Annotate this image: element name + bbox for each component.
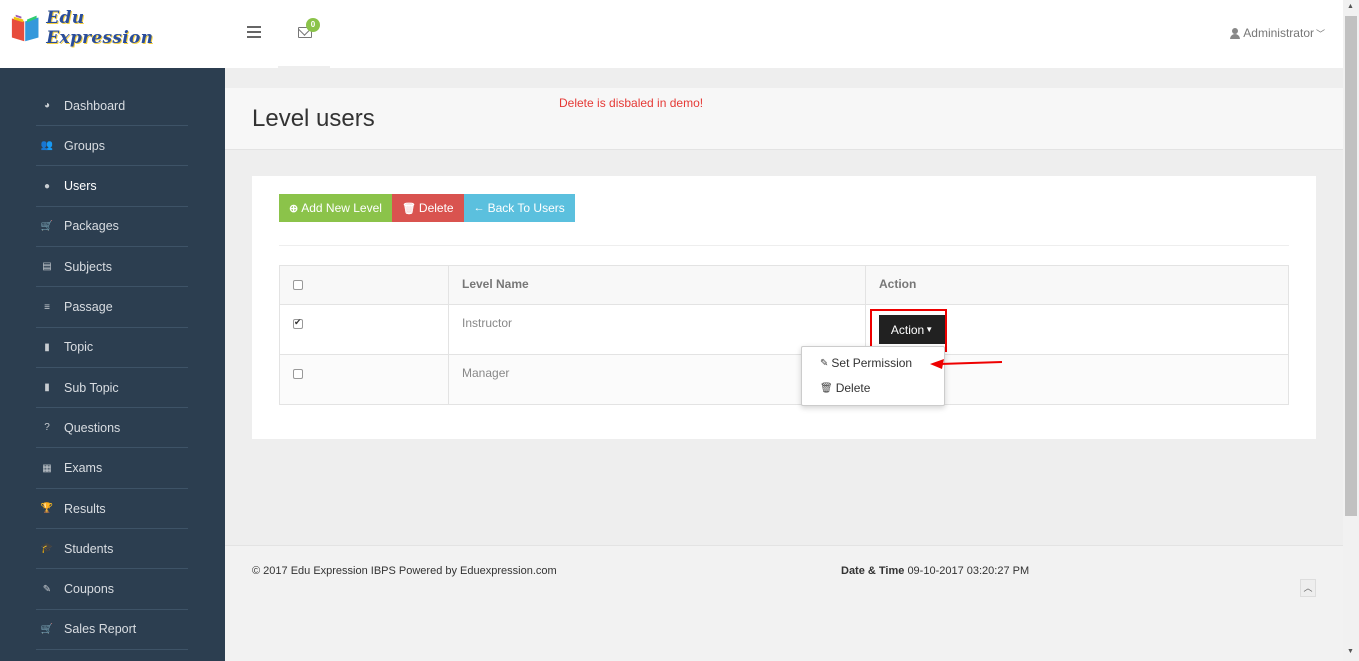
sidebar-item-users[interactable]: ● Users — [36, 167, 188, 207]
sidebar-item-questions[interactable]: ? Questions — [36, 408, 188, 449]
user-icon: ● — [43, 180, 51, 192]
sidebar-item-subjects[interactable]: ▤ Subjects — [36, 247, 188, 288]
toolbar: ⊕ Add New Level 🗑 Delete ← Back To Users — [279, 194, 575, 222]
chevron-up-icon: ︿ — [1303, 583, 1313, 593]
sidebar-item-students[interactable]: 🎓 Students — [36, 529, 188, 570]
menu-toggle-icon[interactable] — [247, 26, 261, 38]
sidebar-item-label: Passage — [64, 300, 113, 314]
sidebar-item-dashboard[interactable]: ◕ Dashboard — [36, 86, 188, 126]
divider — [279, 245, 1289, 246]
page-scrollbar[interactable]: ▲ ▼ — [1343, 0, 1359, 661]
graduation-cap-icon: 🎓 — [40, 543, 54, 555]
sidebar-item-label: Users — [64, 179, 97, 194]
select-all-header — [279, 265, 449, 305]
plus-circle-icon: ⊕ — [289, 202, 299, 215]
levels-table: Level Name Action Instructor Manager — [279, 265, 1289, 405]
dashboard-icon: ◕ — [43, 100, 51, 111]
sidebar-item-label: Exams — [64, 461, 103, 476]
sidebar-item-label: Groups — [64, 138, 105, 153]
user-label: Administrator — [1243, 26, 1314, 40]
table-row: Instructor — [279, 304, 1289, 355]
sidebar-item-label: Topic — [64, 340, 94, 355]
datetime-display: Date & Time 09-10-2017 03:20:27 PM — [841, 565, 1030, 577]
back-to-users-button[interactable]: ← Back To Users — [463, 194, 575, 222]
add-new-level-button[interactable]: ⊕ Add New Level — [279, 194, 392, 222]
brand-logo[interactable]: Edu Expression — [10, 8, 190, 48]
sidebar-item-coupons[interactable]: ✎ Coupons — [36, 570, 188, 610]
page-title: Level users — [252, 105, 375, 132]
users-icon: 👥 — [40, 140, 54, 152]
arrow-left-icon: ← — [473, 202, 485, 214]
delete-button[interactable]: 🗑 Delete — [391, 194, 464, 222]
delete-menu-item[interactable]: 🗑 Delete — [820, 381, 870, 395]
select-all-checkbox[interactable] — [293, 280, 303, 290]
book-logo-icon — [11, 14, 39, 42]
sidebar-item-label: Sub Topic — [64, 380, 119, 395]
sidebar-item-label: Students — [64, 541, 114, 556]
demo-warning: Delete is disbaled in demo! — [559, 96, 704, 110]
sidebar-item-groups[interactable]: 👥 Groups — [36, 126, 188, 167]
sidebar-item-label: Dashboard — [64, 98, 126, 113]
header-tab-indicator — [278, 66, 330, 68]
user-icon — [1230, 27, 1241, 39]
cart-icon: 🛒 — [40, 623, 54, 635]
cart-icon: 🛒 — [40, 220, 54, 232]
annotation-arrow-icon — [930, 359, 1003, 369]
copyright-text: © 2017 Edu Expression IBPS Powered by Ed… — [252, 565, 557, 577]
book-icon: ▤ — [42, 261, 52, 273]
action-dropdown-menu: ✎ Set Permission 🗑 Delete — [801, 346, 945, 406]
sidebar-item-exams[interactable]: ▦ Exams — [36, 449, 188, 489]
file-icon: ▮ — [44, 341, 50, 353]
page-header: Level users Delete is disbaled in demo! — [225, 88, 1343, 150]
magic-wand-icon: ✎ — [42, 583, 52, 595]
caret-down-icon: ▼ — [925, 325, 934, 334]
sidebar-item-label: Coupons — [64, 582, 115, 597]
sidebar-item-sub-topic[interactable]: ▮ Sub Topic — [36, 368, 188, 409]
sidebar-item-topic[interactable]: ▮ Topic — [36, 328, 188, 368]
question-icon: ? — [44, 422, 50, 434]
sidebar-item-packages[interactable]: 🛒 Packages — [36, 207, 188, 247]
sidebar-item-sales-report[interactable]: 🛒 Sales Report — [36, 610, 188, 650]
scroll-up-arrow-icon[interactable]: ▲ — [1347, 3, 1354, 10]
sidebar-item-label: Results — [64, 501, 106, 516]
trash-icon: 🗑 — [401, 202, 416, 215]
chevron-down-icon: ﹀ — [1315, 28, 1325, 39]
sidebar-item-label: Packages — [64, 219, 119, 234]
scroll-down-arrow-icon[interactable]: ▼ — [1347, 648, 1354, 655]
set-permission-menu-item[interactable]: ✎ Set Permission — [820, 356, 912, 370]
bars-icon: ≡ — [44, 301, 50, 313]
level-name-header: Level Name — [448, 265, 866, 305]
trash-icon: 🗑 — [820, 382, 833, 394]
action-header: Action — [865, 265, 1289, 305]
file-icon: ▮ — [44, 382, 50, 394]
sidebar-item-passage[interactable]: ≡ Passage — [36, 288, 188, 328]
scroll-to-top-button[interactable]: ︿ — [1300, 579, 1316, 597]
table-row: Manager — [279, 354, 1289, 405]
brand-name: Edu Expression — [46, 8, 154, 48]
content-card: ⊕ Add New Level 🗑 Delete ← Back To Users… — [252, 176, 1316, 439]
table-header-row: Level Name Action — [279, 265, 1289, 305]
row-checkbox[interactable] — [293, 317, 303, 329]
edit-icon: ✎ — [820, 357, 829, 369]
sidebar-item-label: Questions — [64, 420, 121, 435]
user-menu[interactable]: Administrator ﹀ — [1230, 26, 1325, 40]
sidebar-item-label: Sales Report — [64, 622, 137, 637]
notification-badge: 0 — [306, 18, 320, 32]
sidebar-item-results[interactable]: 🏆 Results — [36, 489, 188, 529]
action-dropdown-button[interactable]: Action ▼ — [879, 315, 945, 344]
row-checkbox[interactable] — [293, 369, 303, 379]
sidebar-item-label: Subjects — [64, 259, 112, 274]
top-header: Edu Expression 0 Administrator ﹀ — [0, 0, 1343, 68]
scrollbar-thumb[interactable] — [1345, 16, 1357, 516]
trophy-icon: 🏆 — [40, 503, 54, 514]
footer: © 2017 Edu Expression IBPS Powered by Ed… — [225, 545, 1343, 661]
list-icon: ▦ — [42, 462, 52, 474]
sidebar: ◕ Dashboard 👥 Groups ● Users 🛒 Packages ▤ Subject… — [0, 68, 225, 661]
